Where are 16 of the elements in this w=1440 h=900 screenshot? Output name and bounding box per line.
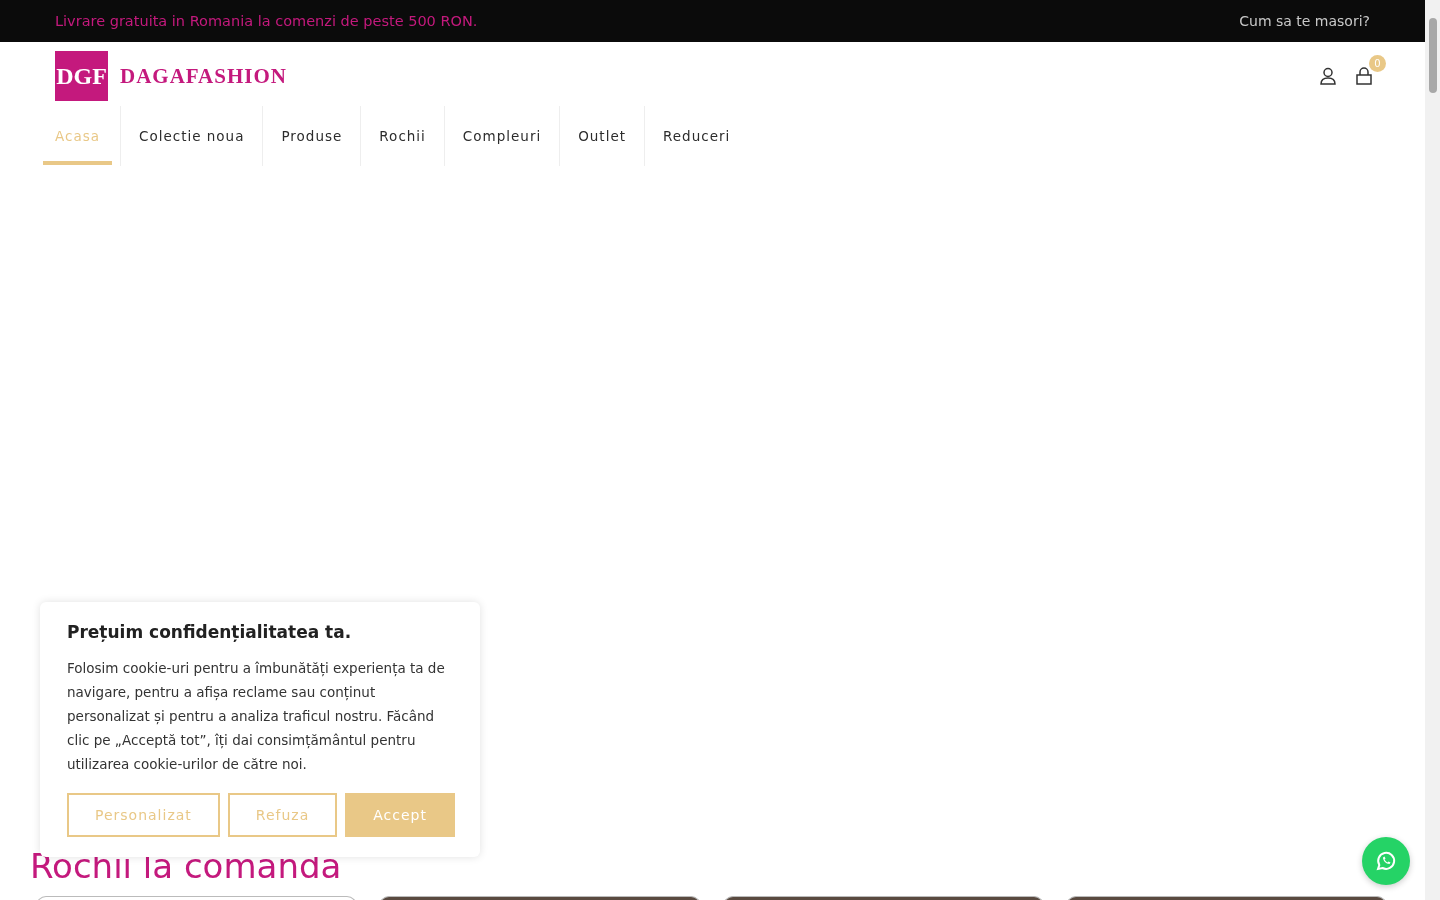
nav-link[interactable]: Produse (263, 110, 361, 165)
size-guide-link[interactable]: Cum sa te masori? (1239, 13, 1370, 29)
cookie-text: Folosim cookie-uri pentru a îmbunătăți experiența ta de navigare, pentru a afișa reclame sau conținut personalizat și pentru a analiza traficul nostru. Făcând clic pe „Acceptă tot”, îți dai consimțământul pentru utilizarea cookie-urilor de către noi. (67, 659, 446, 774)
whatsapp-icon (1374, 849, 1398, 873)
cookie-title: Prețuim confidențialitatea ta. (67, 622, 353, 642)
logo-text[interactable]: DAGAFASHION (120, 63, 287, 89)
nav-link[interactable]: Rochii (361, 110, 444, 165)
nav-link[interactable]: Compleuri (444, 110, 560, 165)
cart-count-badge: 0 (1369, 55, 1386, 72)
nav-link[interactable]: Outlet (560, 110, 644, 165)
logo-mark[interactable]: DGF (55, 51, 108, 101)
cart-icon[interactable] (1355, 67, 1373, 85)
account-icon[interactable] (1319, 67, 1337, 85)
nav-link[interactable]: Colectie noua (121, 110, 263, 165)
promo-text: Livrare gratuita in Romania la comenzi de peste 500 RON. (55, 13, 478, 29)
nav-link[interactable]: Reduceri (645, 110, 749, 165)
